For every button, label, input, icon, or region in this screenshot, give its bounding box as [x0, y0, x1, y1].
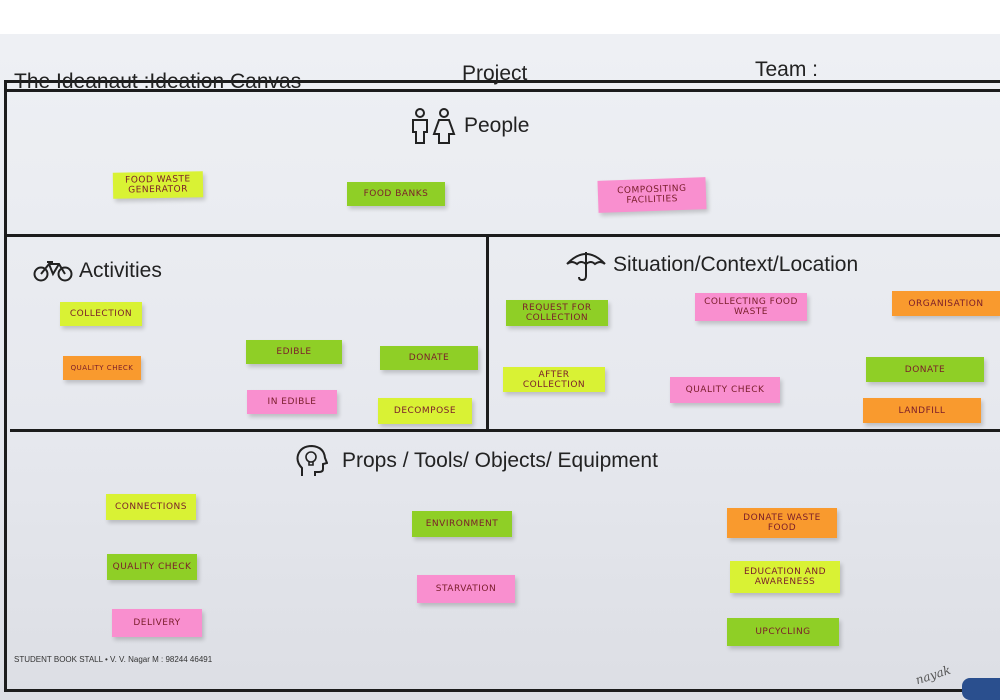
sticky-note[interactable]: DONATE WASTE FOOD: [727, 508, 837, 538]
board-clip: [962, 678, 1000, 700]
sticky-note[interactable]: DONATE: [380, 346, 478, 370]
sticky-note[interactable]: COLLECTION: [60, 302, 142, 326]
sticky-note[interactable]: EDIBLE: [246, 340, 342, 364]
bicycle-icon: [33, 260, 73, 282]
sticky-note[interactable]: COLLECTING FOOD WASTE: [695, 293, 807, 321]
activities-section-title: Activities: [33, 259, 162, 283]
sticky-note[interactable]: REQUEST FOR COLLECTION: [506, 300, 608, 326]
sticky-note[interactable]: LANDFILL: [863, 398, 981, 423]
sticky-note[interactable]: ENVIRONMENT: [412, 511, 512, 537]
lightbulb-head-icon: [294, 444, 328, 478]
props-divider: [10, 429, 1000, 432]
team-label: Team :: [755, 58, 819, 81]
sticky-note[interactable]: QUALITY CHECK: [670, 377, 780, 403]
sticky-note[interactable]: DECOMPOSE: [378, 398, 472, 424]
sticky-note[interactable]: FOOD BANKS: [347, 182, 445, 206]
publisher-footer: STUDENT BOOK STALL • V. V. Nagar M : 982…: [14, 655, 213, 664]
situation-section-title: Situation/Context/Location: [565, 248, 858, 282]
sticky-note[interactable]: DONATE: [866, 357, 984, 382]
people-divider: [4, 234, 1000, 237]
sticky-note[interactable]: STARVATION: [417, 575, 515, 603]
sticky-note[interactable]: AFTER COLLECTION: [503, 367, 605, 392]
project-label: Project: [462, 62, 528, 85]
activities-situation-divider: [486, 234, 489, 430]
sticky-note[interactable]: CONNECTIONS: [106, 494, 196, 520]
sticky-note[interactable]: EDUCATION AND AWARENESS: [730, 561, 840, 593]
canvas-title: The Ideanaut :Ideation Canvas: [14, 70, 302, 93]
people-icon: [408, 108, 458, 144]
sticky-note[interactable]: DELIVERY: [112, 609, 202, 637]
umbrella-icon: [565, 248, 607, 282]
activities-title: Activities: [79, 259, 162, 282]
sticky-note[interactable]: IN EDIBLE: [247, 390, 337, 414]
sticky-note[interactable]: COMPOSITING FACILITIES: [597, 177, 707, 213]
props-section-title: Props / Tools/ Objects/ Equipment: [294, 444, 658, 478]
canvas-photo: The Ideanaut :Ideation Canvas Project Te…: [0, 34, 1000, 700]
people-section-title: People: [408, 108, 529, 144]
people-title: People: [464, 114, 530, 137]
sticky-note[interactable]: UPCYCLING: [727, 618, 839, 646]
sticky-note[interactable]: FOOD WASTE GENERATOR: [112, 171, 204, 199]
sticky-note[interactable]: QUALITY CHECK: [63, 356, 141, 380]
props-title: Props / Tools/ Objects/ Equipment: [342, 449, 658, 472]
sticky-note[interactable]: ORGANISATION: [892, 291, 1000, 316]
sticky-note[interactable]: QUALITY CHECK: [107, 554, 197, 580]
situation-title: Situation/Context/Location: [613, 253, 859, 276]
